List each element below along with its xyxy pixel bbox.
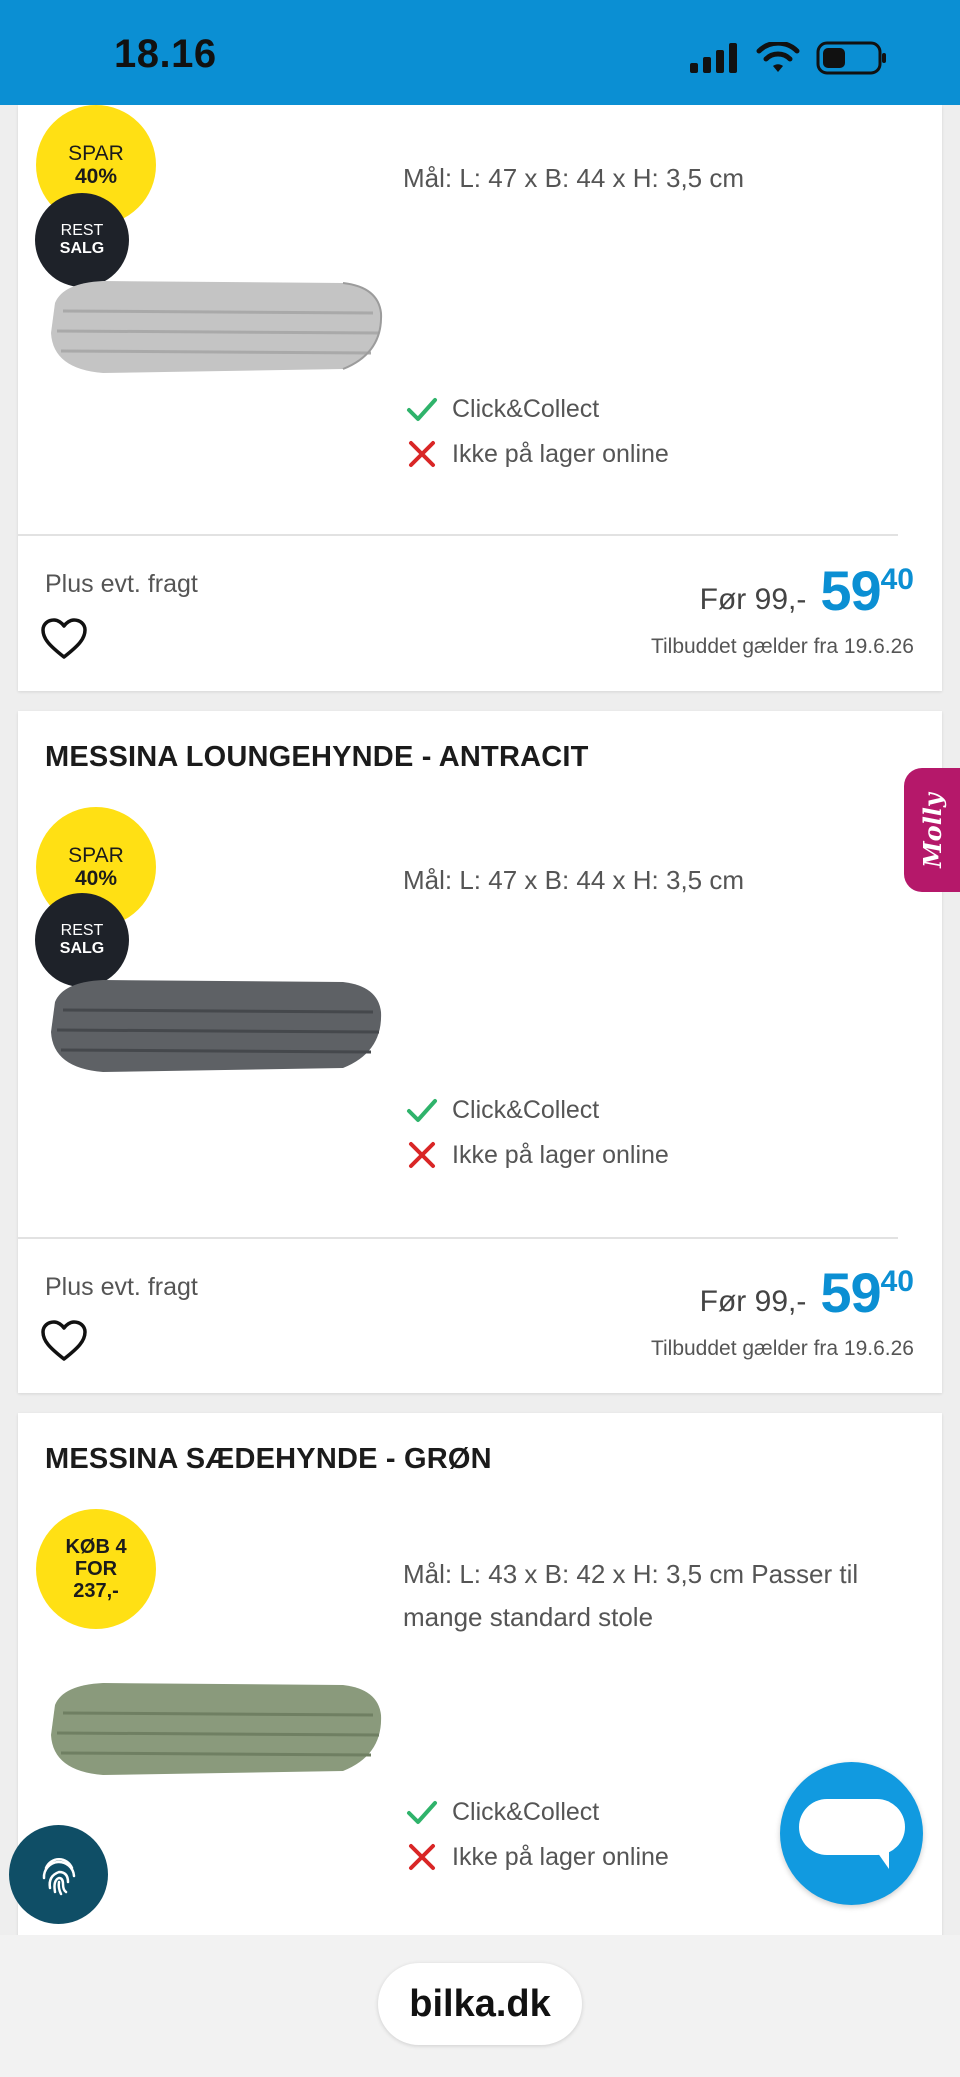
- card-divider: [18, 1237, 898, 1239]
- favorite-heart-icon[interactable]: [40, 617, 88, 661]
- product-image[interactable]: [43, 273, 388, 383]
- card-divider: [18, 534, 898, 536]
- cross-icon: [409, 441, 435, 467]
- online-stock-status: Ikke på lager online: [406, 1841, 669, 1873]
- check-icon: [407, 1801, 437, 1824]
- product-dimensions: Mål: L: 43 x B: 42 x H: 3,5 cm Passer ti…: [403, 1559, 859, 1632]
- price-decimals: 40: [880, 563, 914, 596]
- before-price: Før 99,-: [699, 1285, 807, 1318]
- product-image[interactable]: [43, 972, 388, 1082]
- wifi-icon: [756, 42, 800, 72]
- click-collect-status: Click&Collect: [406, 1796, 599, 1828]
- fingerprint-icon: [42, 1857, 75, 1895]
- product-image[interactable]: [43, 1675, 388, 1785]
- status-time: 18.16: [114, 32, 217, 76]
- product-card[interactable]: SPAR 40% REST SALG Mål: L: 47 x B: 44 x …: [18, 105, 942, 691]
- signal-icon: [690, 43, 737, 73]
- price-decimals: 40: [880, 1265, 914, 1298]
- freight-note: Plus evt. fragt: [45, 1273, 198, 1301]
- chat-bubble-icon: [798, 1798, 905, 1869]
- check-icon: [407, 1099, 437, 1122]
- price-main: 59: [820, 1261, 881, 1324]
- check-icon: [407, 398, 437, 421]
- chat-button[interactable]: [780, 1762, 923, 1905]
- favorite-heart-icon[interactable]: [40, 1319, 88, 1363]
- before-price: Før 99,-: [699, 583, 807, 616]
- status-bar: 18.16: [0, 0, 960, 105]
- price: Før 99,- 59 40: [700, 1265, 914, 1321]
- offer-validity: Tilbuddet gælder fra 19.6.26: [650, 635, 914, 658]
- click-collect-status: Click&Collect: [406, 393, 599, 425]
- cross-icon: [409, 1142, 435, 1168]
- status-icons: [690, 38, 888, 78]
- price: Før 99,- 59 40: [700, 563, 914, 619]
- product-title[interactable]: MESSINA SÆDEHYNDE - GRØN: [45, 1443, 492, 1476]
- freight-note: Plus evt. fragt: [45, 570, 198, 598]
- multibuy-badge: KØB 4 FOR 237,-: [36, 1509, 156, 1629]
- product-list: SPAR 40% REST SALG Mål: L: 47 x B: 44 x …: [0, 105, 960, 1935]
- cross-icon: [409, 1844, 435, 1870]
- product-dimensions: Mål: L: 47 x B: 44 x H: 3,5 cm: [403, 865, 745, 895]
- online-stock-status: Ikke på lager online: [406, 1139, 669, 1171]
- click-collect-status: Click&Collect: [406, 1094, 599, 1126]
- fingerprint-button[interactable]: [9, 1825, 108, 1924]
- molly-assistant-tab[interactable]: Molly: [904, 768, 960, 892]
- online-stock-status: Ikke på lager online: [406, 438, 669, 470]
- molly-label: Molly: [917, 792, 947, 868]
- product-card[interactable]: MESSINA LOUNGEHYNDE - ANTRACIT SPAR 40% …: [18, 711, 942, 1393]
- product-dimensions: Mål: L: 47 x B: 44 x H: 3,5 cm: [403, 163, 745, 193]
- battery-icon: [816, 41, 886, 75]
- offer-validity: Tilbuddet gælder fra 19.6.26: [650, 1337, 914, 1360]
- price-main: 59: [820, 559, 881, 622]
- product-title[interactable]: MESSINA LOUNGEHYNDE - ANTRACIT: [45, 741, 589, 774]
- url-bar[interactable]: bilka.dk: [378, 1963, 582, 2045]
- browser-bottom-bar: bilka.dk: [0, 1935, 960, 2077]
